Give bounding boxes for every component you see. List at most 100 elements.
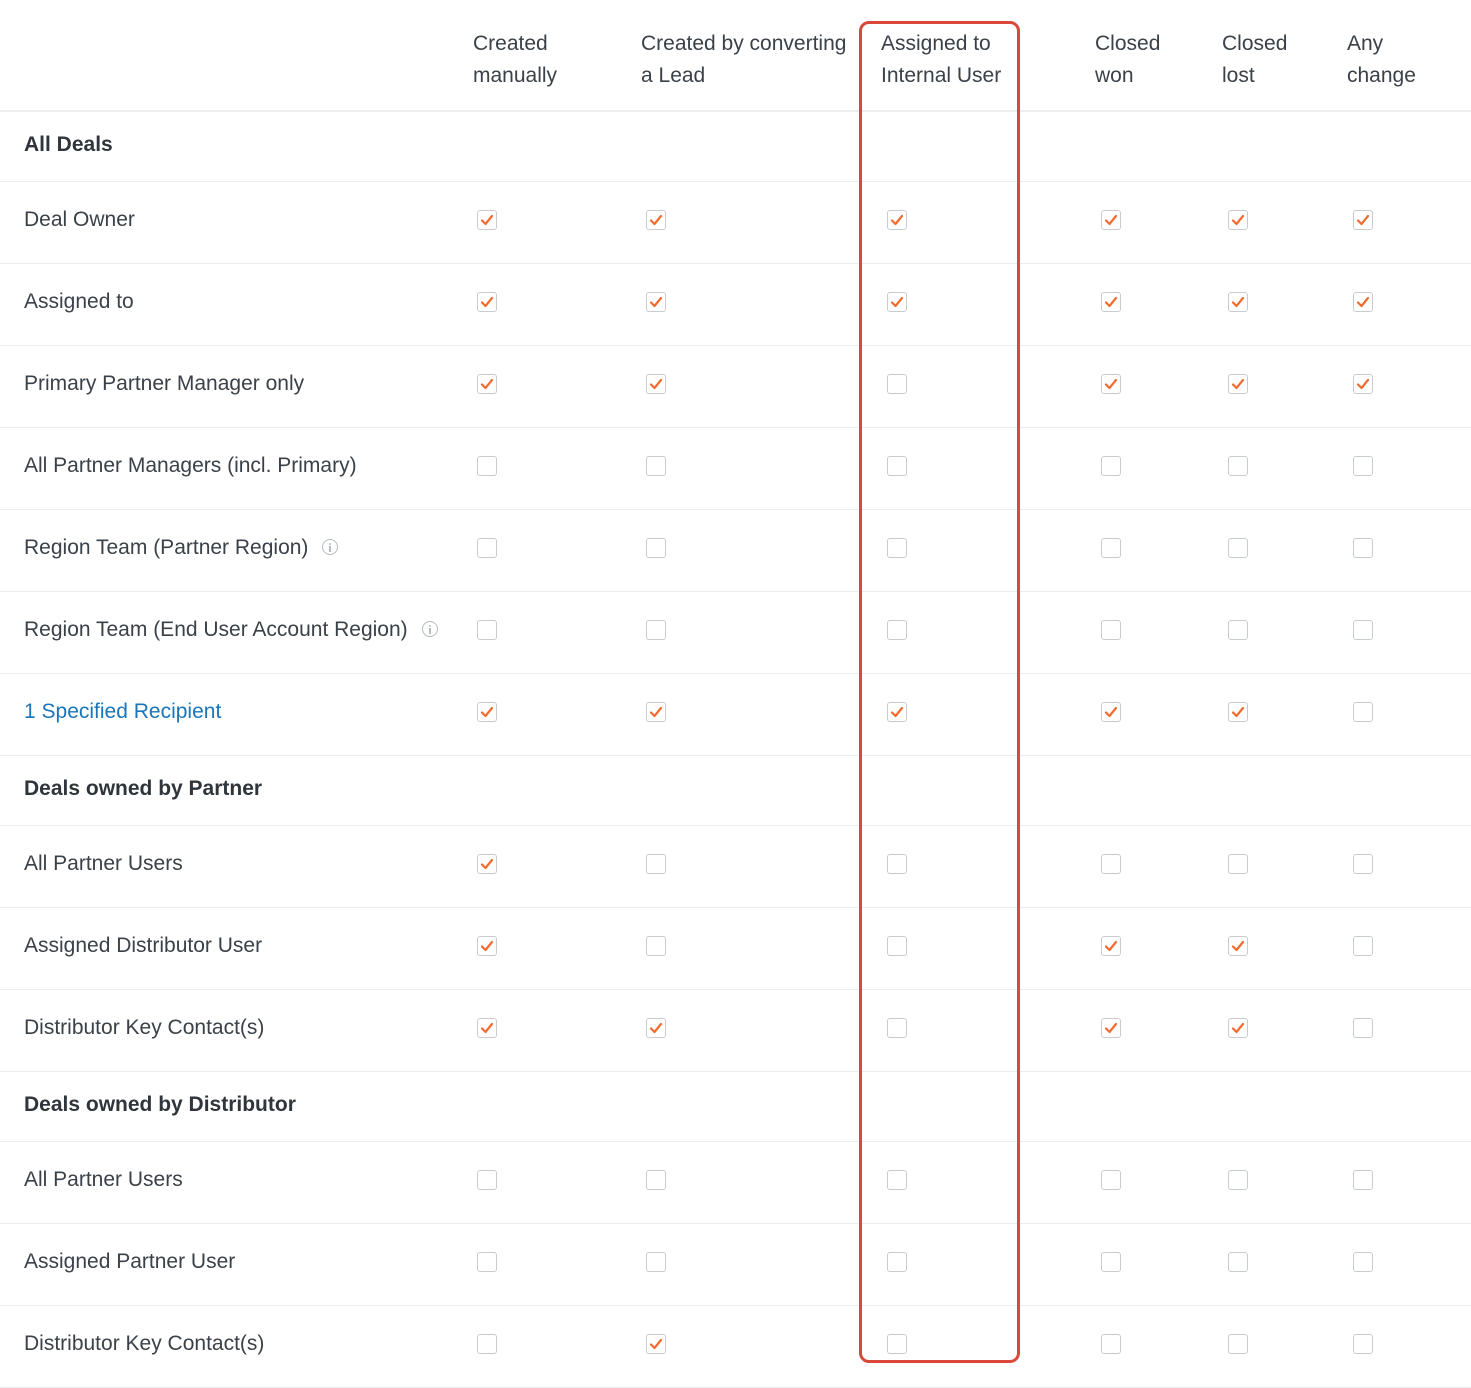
checkbox-assigned-internal[interactable] [887, 1334, 907, 1354]
checkbox-any-change[interactable] [1353, 1170, 1373, 1190]
checkbox-closed-lost[interactable] [1228, 854, 1248, 874]
checkbox-created-manually[interactable] [477, 538, 497, 558]
checkbox-created-by-converting[interactable] [646, 210, 666, 230]
table-row: Region Team (Partner Region) [0, 509, 1471, 592]
checkbox-created-manually[interactable] [477, 1170, 497, 1190]
info-icon[interactable] [322, 539, 338, 555]
checkbox-any-change[interactable] [1353, 854, 1373, 874]
checkbox-assigned-internal[interactable] [887, 210, 907, 230]
checkbox-assigned-internal[interactable] [887, 1252, 907, 1272]
checkbox-created-by-converting[interactable] [646, 1018, 666, 1038]
checkbox-closed-won[interactable] [1101, 702, 1121, 722]
checkbox-closed-lost[interactable] [1228, 1252, 1248, 1272]
checkbox-assigned-internal[interactable] [887, 292, 907, 312]
checkbox-closed-won[interactable] [1101, 620, 1121, 640]
checkbox-assigned-internal[interactable] [887, 854, 907, 874]
checkbox-created-by-converting[interactable] [646, 854, 666, 874]
checkbox-any-change[interactable] [1353, 702, 1373, 722]
row-label: All Partner Users [24, 852, 183, 875]
checkbox-created-manually[interactable] [477, 1252, 497, 1272]
checkbox-any-change[interactable] [1353, 620, 1373, 640]
checkbox-created-manually[interactable] [477, 854, 497, 874]
checkbox-created-manually[interactable] [477, 702, 497, 722]
checkbox-created-by-converting[interactable] [646, 936, 666, 956]
checkbox-closed-lost[interactable] [1228, 538, 1248, 558]
row-label: Assigned Partner User [24, 1250, 236, 1273]
checkbox-created-manually[interactable] [477, 456, 497, 476]
table-row: All Partner Managers (incl. Primary) [0, 427, 1471, 510]
row-label: Distributor Key Contact(s) [24, 1016, 265, 1039]
checkbox-created-by-converting[interactable] [646, 374, 666, 394]
checkbox-any-change[interactable] [1353, 292, 1373, 312]
checkbox-any-change[interactable] [1353, 1252, 1373, 1272]
checkbox-created-by-converting[interactable] [646, 456, 666, 476]
info-icon[interactable] [422, 621, 438, 637]
checkbox-any-change[interactable] [1353, 210, 1373, 230]
checkbox-assigned-internal[interactable] [887, 538, 907, 558]
checkbox-closed-lost[interactable] [1228, 936, 1248, 956]
checkbox-created-manually[interactable] [477, 936, 497, 956]
checkbox-any-change[interactable] [1353, 456, 1373, 476]
checkbox-closed-lost[interactable] [1228, 1334, 1248, 1354]
checkbox-closed-won[interactable] [1101, 854, 1121, 874]
checkbox-assigned-internal[interactable] [887, 1018, 907, 1038]
checkbox-closed-won[interactable] [1101, 1018, 1121, 1038]
checkbox-closed-won[interactable] [1101, 1334, 1121, 1354]
checkbox-closed-won[interactable] [1101, 292, 1121, 312]
section-header: All Deals [0, 111, 1471, 182]
table-row: Assigned Distributor User [0, 907, 1471, 990]
checkbox-created-by-converting[interactable] [646, 1252, 666, 1272]
checkbox-any-change[interactable] [1353, 936, 1373, 956]
checkbox-closed-won[interactable] [1101, 1170, 1121, 1190]
checkbox-closed-won[interactable] [1101, 456, 1121, 476]
checkbox-closed-lost[interactable] [1228, 702, 1248, 722]
checkbox-closed-lost[interactable] [1228, 1170, 1248, 1190]
section-title: Deals owned by Partner [24, 777, 263, 800]
section-title: All Deals [24, 133, 113, 156]
checkbox-closed-won[interactable] [1101, 210, 1121, 230]
checkbox-closed-won[interactable] [1101, 538, 1121, 558]
checkbox-created-manually[interactable] [477, 292, 497, 312]
checkbox-assigned-internal[interactable] [887, 456, 907, 476]
checkbox-created-manually[interactable] [477, 620, 497, 640]
checkbox-assigned-internal[interactable] [887, 374, 907, 394]
checkbox-created-manually[interactable] [477, 210, 497, 230]
checkbox-any-change[interactable] [1353, 1334, 1373, 1354]
checkbox-closed-won[interactable] [1101, 1252, 1121, 1272]
column-header-closed-lost: Closed lost [1222, 32, 1288, 87]
checkbox-any-change[interactable] [1353, 374, 1373, 394]
checkbox-created-by-converting[interactable] [646, 1334, 666, 1354]
checkbox-any-change[interactable] [1353, 1018, 1373, 1038]
checkbox-closed-lost[interactable] [1228, 374, 1248, 394]
table-row: Primary Partner Manager only [0, 345, 1471, 428]
checkbox-closed-lost[interactable] [1228, 620, 1248, 640]
checkbox-closed-lost[interactable] [1228, 210, 1248, 230]
checkbox-created-by-converting[interactable] [646, 1170, 666, 1190]
checkbox-closed-won[interactable] [1101, 936, 1121, 956]
checkbox-created-manually[interactable] [477, 1334, 497, 1354]
checkbox-created-manually[interactable] [477, 1018, 497, 1038]
table-row: Region Team (End User Account Region) [0, 591, 1471, 674]
checkbox-created-by-converting[interactable] [646, 702, 666, 722]
checkbox-closed-won[interactable] [1101, 374, 1121, 394]
checkbox-any-change[interactable] [1353, 538, 1373, 558]
checkbox-created-by-converting[interactable] [646, 620, 666, 640]
row-label: Region Team (End User Account Region) [24, 618, 408, 641]
checkbox-closed-lost[interactable] [1228, 456, 1248, 476]
section-header: Deals owned by Partner [0, 755, 1471, 826]
table-row: Deal Owner [0, 181, 1471, 264]
checkbox-created-manually[interactable] [477, 374, 497, 394]
section-header: Deals owned by Distributor [0, 1071, 1471, 1142]
checkbox-created-by-converting[interactable] [646, 538, 666, 558]
checkbox-created-by-converting[interactable] [646, 292, 666, 312]
checkbox-assigned-internal[interactable] [887, 620, 907, 640]
checkbox-assigned-internal[interactable] [887, 936, 907, 956]
specified-recipient-link[interactable]: 1 Specified Recipient [24, 700, 221, 724]
row-label: All Partner Managers (incl. Primary) [24, 454, 357, 477]
checkbox-closed-lost[interactable] [1228, 1018, 1248, 1038]
table-row: Distributor Key Contact(s) [0, 989, 1471, 1072]
checkbox-assigned-internal[interactable] [887, 1170, 907, 1190]
checkbox-closed-lost[interactable] [1228, 292, 1248, 312]
row-label: Deal Owner [24, 208, 135, 231]
checkbox-assigned-internal[interactable] [887, 702, 907, 722]
